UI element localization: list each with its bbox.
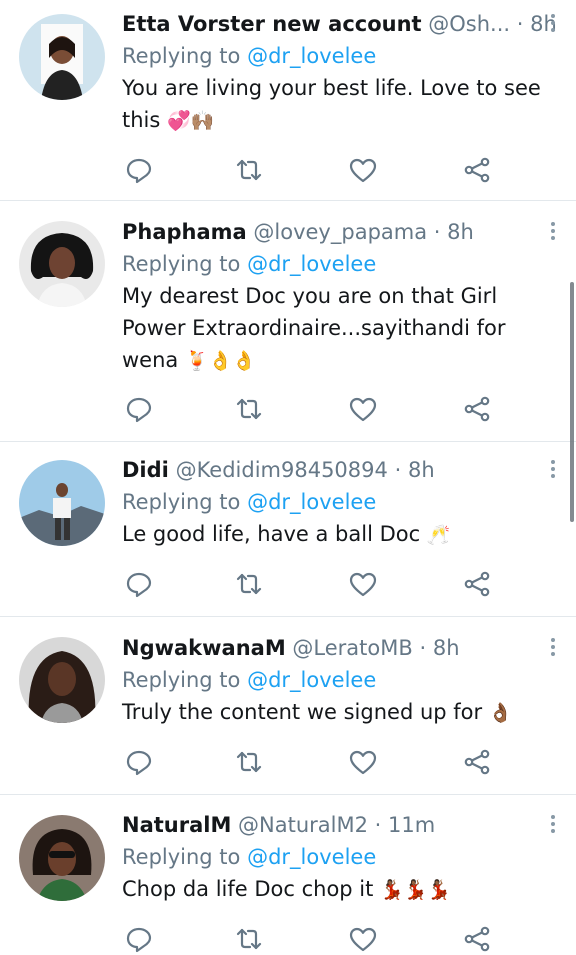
retweet-icon[interactable] — [234, 155, 264, 185]
avatar-image — [19, 460, 105, 546]
share-icon[interactable] — [462, 569, 492, 599]
tweet-text: You are living your best life. Love to s… — [122, 72, 556, 137]
share-icon[interactable] — [462, 924, 492, 954]
timestamp[interactable]: 11m — [388, 813, 435, 837]
retweet-icon[interactable] — [234, 394, 264, 424]
avatar-image — [19, 221, 105, 307]
avatar-image — [19, 815, 105, 901]
separator-dot: · — [516, 12, 524, 36]
share-icon[interactable] — [462, 394, 492, 424]
display-name[interactable]: Didi — [122, 458, 169, 482]
tweet-emoji: 💃🏾💃🏾💃🏾 — [380, 879, 452, 901]
tweet-body: My dearest Doc you are on that Girl Powe… — [122, 284, 506, 372]
avatar[interactable] — [19, 221, 105, 307]
like-icon[interactable] — [348, 155, 378, 185]
action-bar — [0, 155, 576, 185]
action-bar — [0, 747, 576, 777]
tweet-text: Le good life, have a ball Doc 🥂 — [122, 518, 556, 551]
mention-link[interactable]: @dr_lovelee — [247, 490, 376, 514]
retweet-icon[interactable] — [234, 747, 264, 777]
more-icon[interactable] — [550, 222, 556, 242]
replying-prefix: Replying to — [122, 490, 248, 514]
tweet-header: NgwakwanaM @LeratoMB · 8h — [122, 632, 556, 664]
reply-icon[interactable] — [124, 747, 154, 777]
avatar-image — [19, 14, 105, 100]
avatar[interactable] — [19, 815, 105, 901]
like-icon[interactable] — [348, 924, 378, 954]
tweet-text: Truly the content we signed up for 👌🏾 — [122, 696, 556, 729]
mention-link[interactable]: @dr_lovelee — [247, 252, 376, 276]
tweet-3[interactable]: Didi @Kedidim98450894 · 8h Replying to @… — [0, 442, 576, 617]
reply-icon[interactable] — [124, 155, 154, 185]
tweet-1[interactable]: Etta Vorster new account @Osh... · 8h Re… — [0, 0, 576, 201]
replying-to: Replying to @dr_lovelee — [122, 248, 556, 280]
avatar[interactable] — [19, 637, 105, 723]
tweet-header: NaturalM @NaturalM2 · 11m — [122, 809, 556, 841]
timestamp[interactable]: 8h — [408, 458, 435, 482]
tweet-header: Didi @Kedidim98450894 · 8h — [122, 454, 556, 486]
separator-dot: · — [374, 813, 382, 837]
timestamp[interactable]: 8h — [433, 636, 460, 660]
display-name[interactable]: NaturalM — [122, 813, 231, 837]
tweet-body: Chop da life Doc chop it — [122, 877, 374, 901]
replying-prefix: Replying to — [122, 44, 248, 68]
display-name[interactable]: Phaphama — [122, 220, 247, 244]
reply-icon[interactable] — [124, 394, 154, 424]
retweet-icon[interactable] — [234, 569, 264, 599]
separator-dot: · — [419, 636, 427, 660]
mention-link[interactable]: @dr_lovelee — [247, 845, 376, 869]
tweet-header: Etta Vorster new account @Osh... · 8h — [122, 8, 556, 40]
replying-to: Replying to @dr_lovelee — [122, 664, 556, 696]
separator-dot: · — [433, 220, 441, 244]
display-name[interactable]: Etta Vorster new account — [122, 12, 422, 36]
action-bar — [0, 924, 576, 954]
tweet-emoji: 💞🙌🏽 — [167, 110, 215, 132]
like-icon[interactable] — [348, 747, 378, 777]
reply-icon[interactable] — [124, 569, 154, 599]
mention-link[interactable]: @dr_lovelee — [247, 668, 376, 692]
tweet-header: Phaphama @lovey_papama · 8h — [122, 216, 556, 248]
avatar[interactable] — [19, 460, 105, 546]
replying-prefix: Replying to — [122, 252, 248, 276]
more-icon[interactable] — [550, 460, 556, 480]
tweet-body: Le good life, have a ball Doc — [122, 522, 421, 546]
avatar[interactable] — [19, 14, 105, 100]
tweet-4[interactable]: NgwakwanaM @LeratoMB · 8h Replying to @d… — [0, 617, 576, 795]
tweet-2[interactable]: Phaphama @lovey_papama · 8h Replying to … — [0, 201, 576, 442]
replying-to: Replying to @dr_lovelee — [122, 40, 556, 72]
action-bar — [0, 569, 576, 599]
avatar-image — [19, 637, 105, 723]
replying-to: Replying to @dr_lovelee — [122, 841, 556, 873]
share-icon[interactable] — [462, 747, 492, 777]
username[interactable]: @lovey_papama — [253, 220, 427, 244]
tweet-text: My dearest Doc you are on that Girl Powe… — [122, 280, 556, 377]
tweet-text: Chop da life Doc chop it 💃🏾💃🏾💃🏾 — [122, 873, 556, 906]
username[interactable]: @LeratoMB — [292, 636, 412, 660]
username[interactable]: @Kedidim98450894 — [176, 458, 388, 482]
share-icon[interactable] — [462, 155, 492, 185]
like-icon[interactable] — [348, 569, 378, 599]
replying-prefix: Replying to — [122, 845, 248, 869]
more-icon[interactable] — [550, 638, 556, 658]
separator-dot: · — [394, 458, 402, 482]
display-name[interactable]: NgwakwanaM — [122, 636, 286, 660]
more-icon[interactable] — [550, 14, 556, 34]
username[interactable]: @NaturalM2 — [238, 813, 368, 837]
mention-link[interactable]: @dr_lovelee — [247, 44, 376, 68]
tweet-body: Truly the content we signed up for — [122, 700, 483, 724]
replying-prefix: Replying to — [122, 668, 248, 692]
scrollbar[interactable] — [570, 282, 574, 522]
tweet-emoji: 👌🏾 — [488, 702, 513, 724]
more-icon[interactable] — [550, 815, 556, 835]
tweet-emoji: 🍹👌👌 — [184, 350, 256, 372]
username[interactable]: @Osh... — [428, 12, 510, 36]
timestamp[interactable]: 8h — [447, 220, 474, 244]
like-icon[interactable] — [348, 394, 378, 424]
tweet-5[interactable]: NaturalM @NaturalM2 · 11m Replying to @d… — [0, 795, 576, 955]
retweet-icon[interactable] — [234, 924, 264, 954]
action-bar — [0, 394, 576, 424]
tweet-emoji: 🥂 — [426, 524, 451, 546]
reply-icon[interactable] — [124, 924, 154, 954]
replying-to: Replying to @dr_lovelee — [122, 486, 556, 518]
